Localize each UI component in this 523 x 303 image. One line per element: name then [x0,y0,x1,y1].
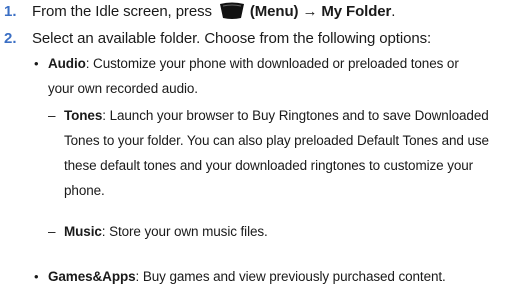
option-term: Audio [48,56,86,71]
bullet-icon: • [34,56,39,71]
step-number: 2. [4,29,17,47]
option-audio-cont: your own recorded audio. [48,76,198,101]
suboption-term: Music [64,224,102,239]
step-1-suffix: . [391,2,396,20]
menu-label: (Menu) [249,2,299,20]
manual-page: 1. From the Idle screen, press (Menu) → … [0,0,523,303]
bullet-icon: • [34,269,39,284]
dash-icon: – [48,108,56,123]
suboption-music: – Music: Store your own music files. [48,219,268,244]
suboption-tones-cont: these default tones and your downloaded … [64,153,473,178]
suboption-tones-cont: Tones to your folder. You can also play … [64,128,489,153]
my-folder-label: My Folder [321,2,392,20]
step-1-prefix: From the Idle screen, press [32,2,212,20]
suboption-desc: Tones to your folder. You can also play … [64,133,489,148]
arrow-icon: → [302,2,318,20]
step-1-text: From the Idle screen, press (Menu) → My … [32,2,395,20]
menu-softkey-icon [219,2,244,19]
option-term: Games&Apps [48,269,136,284]
step-2: 2. Select an available folder. Choose fr… [4,25,431,51]
suboption-tones-cont: phone. [64,178,105,203]
dash-icon: – [48,224,56,239]
suboption-desc: : Launch your browser to Buy Ringtones a… [102,108,489,123]
step-1: 1. From the Idle screen, press (Menu) → … [4,0,395,24]
step-2-text: Select an available folder. Choose from … [32,29,432,47]
step-number: 1. [4,2,17,20]
option-audio: • Audio: Customize your phone with downl… [34,51,459,76]
option-desc: : Customize your phone with downloaded o… [85,56,459,71]
option-desc: : Buy games and view previously purchase… [135,269,446,284]
suboption-desc: these default tones and your downloaded … [64,158,474,173]
option-games-apps: • Games&Apps: Buy games and view previou… [34,264,446,289]
suboption-desc: : Store your own music files. [101,224,268,239]
option-desc: your own recorded audio. [48,81,198,96]
suboption-desc: phone. [64,183,105,198]
suboption-tones: – Tones: Launch your browser to Buy Ring… [48,103,489,128]
suboption-term: Tones [64,108,103,123]
